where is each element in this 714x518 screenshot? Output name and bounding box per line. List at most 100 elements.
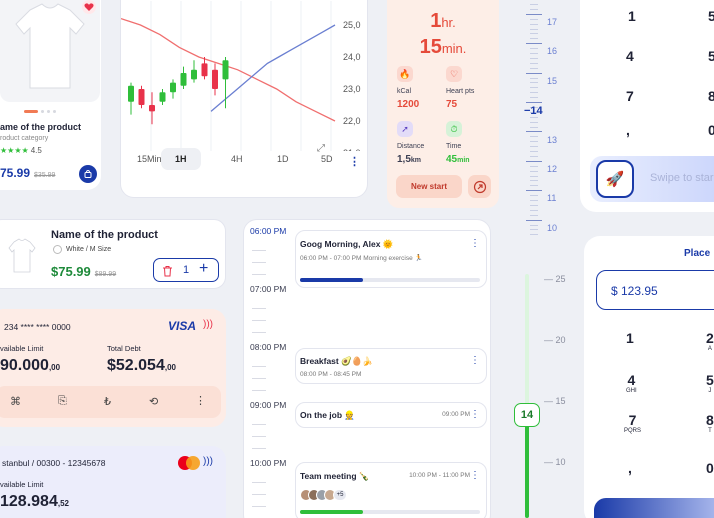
candle-body	[180, 73, 187, 86]
ruler-label: 10	[547, 222, 558, 233]
ruler-tick	[526, 102, 542, 103]
ruler-tick	[526, 13, 542, 15]
key-8[interactable]: 8T	[706, 412, 714, 434]
vertical-slider[interactable]: — 25 — 20 — 15 — 10 14	[510, 266, 574, 518]
tab-1h[interactable]: 1H	[161, 148, 201, 170]
key-1[interactable]: 1	[626, 330, 634, 346]
key-7[interactable]: 7	[626, 88, 634, 104]
event-progress	[300, 510, 480, 514]
event-card[interactable]: On the job 👷 09:00 PM ⋮	[295, 402, 487, 428]
navigation-icon: ➚	[397, 121, 413, 137]
tab-5d[interactable]: 5D	[321, 154, 333, 164]
key-5[interactable]: 5J	[706, 372, 714, 394]
receipt-search-icon[interactable]: ⎘	[58, 395, 67, 408]
event-card[interactable]: Team meeting 🍾 10:00 PM - 11:00 PM ⋮ +5	[295, 462, 487, 518]
key-digit: ,	[628, 460, 632, 476]
ruler-tick	[530, 151, 538, 152]
contactless-icon: )))	[203, 319, 213, 330]
key-5[interactable]: 5	[708, 48, 714, 64]
ruler-tick	[530, 155, 538, 157]
ruler-tick	[530, 136, 538, 138]
event-more-icon[interactable]: ⋮	[470, 238, 480, 249]
card-number: 234 **** **** 0000	[4, 322, 71, 332]
time-tick	[252, 274, 266, 275]
key-0[interactable]: 0	[708, 122, 714, 138]
event-subtitle: 06:00 PM - 07:00 PM Morning exercise 🏃	[300, 255, 423, 262]
event-more-icon[interactable]: ⋮	[470, 409, 480, 420]
y-tick-label: 25,0	[343, 20, 361, 30]
product-price: 75.99	[0, 166, 31, 180]
slider-handle[interactable]: 14	[514, 403, 540, 427]
event-more-icon[interactable]: ⋮	[470, 355, 480, 366]
key-7[interactable]: 7 PQRS	[624, 412, 641, 434]
arrow-circle-icon[interactable]	[468, 175, 491, 198]
ruler-label: 13	[547, 134, 558, 145]
new-start-button[interactable]: New start	[396, 175, 462, 198]
ruler-label: 15	[547, 75, 558, 86]
ruler-tick	[530, 180, 538, 182]
amount-field[interactable]: $ 123.95	[596, 270, 714, 310]
transfer-icon[interactable]: ⟲	[149, 395, 158, 408]
key-digit: 1	[626, 330, 634, 346]
mastercard-card[interactable]: stanbul / 00300 - 12345678 ))) vailable …	[0, 446, 226, 518]
currency-icon[interactable]: ₺	[104, 395, 111, 408]
quantity-stepper[interactable]: 1 +	[153, 258, 219, 282]
time-tick	[252, 482, 266, 483]
tab-1d[interactable]: 1D	[277, 154, 289, 164]
y-tick-label: 23,0	[343, 84, 361, 94]
value-ruler[interactable]: 17 16 15 −14 13 12 11 10	[516, 0, 570, 240]
ruler-tick	[530, 229, 538, 231]
tab-4h[interactable]: 4H	[231, 154, 243, 164]
key-8[interactable]: 8	[708, 88, 714, 104]
event-card[interactable]: Goog Morning, Alex 🌞 ⋮ 06:00 PM - 07:00 …	[295, 230, 487, 288]
product-card[interactable]: ame of the product roduct category ★★★★ …	[0, 0, 101, 190]
swipe-slider[interactable]: 🚀 Swipe to star	[590, 156, 714, 202]
visa-card[interactable]: 234 **** **** 0000 VISA ))) vailable Lim…	[0, 309, 226, 427]
confirm-slider[interactable]	[594, 498, 714, 518]
event-progress-fill	[300, 510, 363, 514]
shopping-bag-icon[interactable]	[79, 165, 97, 183]
ruler-tick	[530, 28, 538, 30]
key-0[interactable]: 0	[706, 460, 714, 476]
ruler-tick	[530, 200, 538, 201]
ruler-tick	[530, 214, 538, 216]
grid-icon[interactable]: ⌘	[10, 395, 21, 408]
heart-icon[interactable]	[82, 0, 96, 14]
tab-15min[interactable]: 15Min	[137, 154, 162, 164]
heart-label: Heart pts	[446, 88, 475, 95]
chart-card: 25,0 24,0 23,0 22,0 21,0 ⤢ 15Min1H 4H 1D 5D ⋮	[120, 0, 368, 198]
ruler-tick	[526, 160, 542, 162]
more-options-icon[interactable]: ⋮	[195, 394, 206, 407]
key-comma[interactable]: ,	[626, 122, 630, 138]
key-2[interactable]: 2A	[706, 330, 714, 352]
duration-mins-unit: min.	[441, 41, 467, 56]
trash-icon[interactable]	[162, 264, 173, 282]
ruler-tick	[530, 67, 538, 69]
swipe-handle[interactable]: 🚀	[596, 160, 634, 198]
ruler-tick	[530, 209, 538, 211]
image-pagination[interactable]	[24, 110, 56, 113]
slider-scale-label: — 15	[544, 396, 566, 406]
key-digit: 0	[706, 460, 714, 476]
more-icon[interactable]: ⋮	[349, 155, 360, 168]
key-4[interactable]: 4 GHI	[626, 372, 637, 394]
ruler-tick	[530, 170, 538, 172]
key-digit: 2	[706, 330, 714, 346]
event-card[interactable]: Breakfast 🥑🥚🍌 ⋮ 08:00 PM - 08:45 PM	[295, 348, 487, 384]
event-time: 09:00 PM	[442, 411, 470, 418]
ruler-tick	[530, 8, 538, 10]
key-5[interactable]: 5	[708, 8, 714, 24]
plus-button[interactable]: +	[199, 260, 208, 278]
key-digit: 4	[627, 372, 636, 388]
key-letters: T	[708, 428, 712, 434]
expand-icon[interactable]: ⤢	[317, 143, 325, 154]
key-1[interactable]: 1	[628, 8, 636, 24]
time-tick	[252, 320, 266, 321]
key-4[interactable]: 4	[626, 48, 634, 64]
attendee-avatars[interactable]: +5	[300, 489, 347, 501]
cart-price: $75.99	[51, 264, 91, 279]
event-more-icon[interactable]: ⋮	[470, 470, 480, 481]
key-comma[interactable]: ,	[628, 460, 632, 476]
candle-body	[222, 60, 229, 80]
ruler-tick	[530, 18, 538, 20]
